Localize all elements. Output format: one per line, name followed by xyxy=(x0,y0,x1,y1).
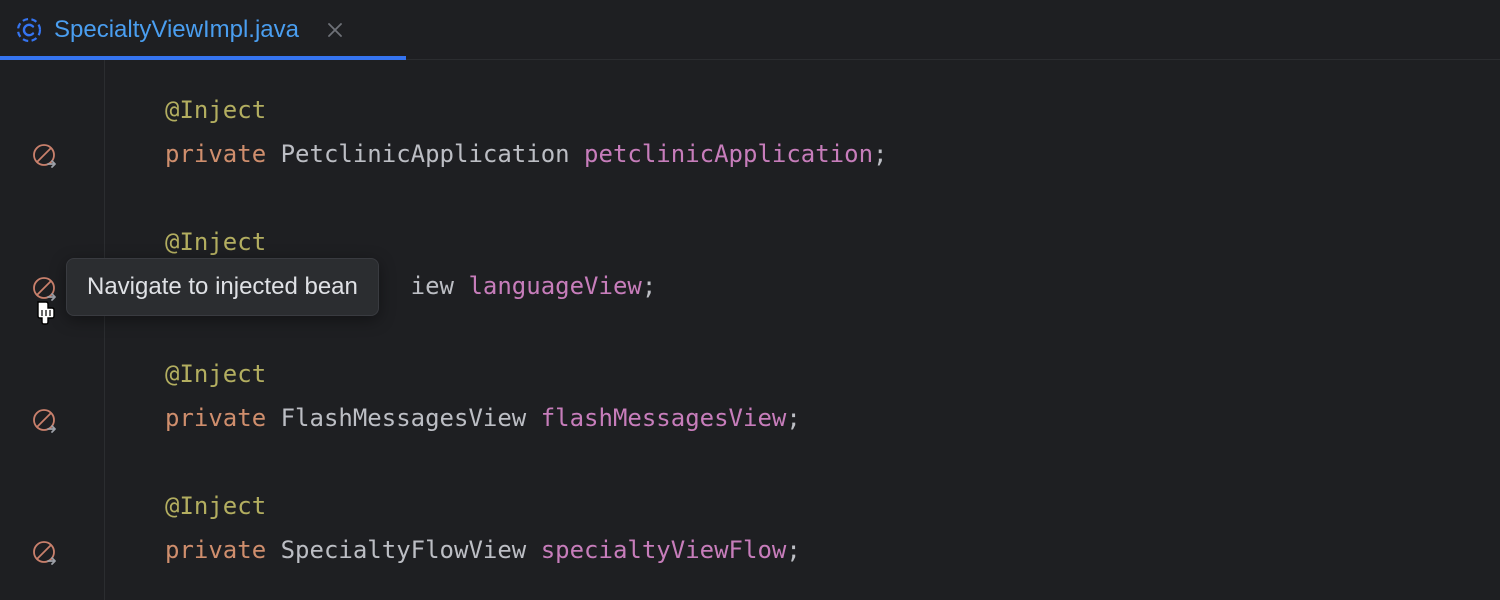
keyword: private xyxy=(165,404,266,432)
field-name: languageView xyxy=(468,272,641,300)
annotation: @Inject xyxy=(165,96,266,124)
navigate-bean-icon[interactable] xyxy=(31,407,59,435)
cursor-pointer-icon xyxy=(32,298,58,330)
editor: @Inject private PetclinicApplication pet… xyxy=(0,60,1500,600)
code-line-empty xyxy=(165,440,1500,484)
code-line: @Inject xyxy=(165,352,1500,396)
tab-specialty-view[interactable]: SpecialtyViewImpl.java xyxy=(0,0,361,59)
semicolon: ; xyxy=(873,140,887,168)
field-name: specialtyViewFlow xyxy=(541,536,787,564)
code-line: private PetclinicApplication petclinicAp… xyxy=(165,132,1500,176)
keyword: private xyxy=(165,536,266,564)
type-name: FlashMessagesView xyxy=(281,404,527,432)
field-name: petclinicApplication xyxy=(584,140,873,168)
navigate-bean-icon[interactable] xyxy=(31,539,59,567)
code-line: private SpecialtyFlowView specialtyViewF… xyxy=(165,528,1500,572)
code-line: @Inject xyxy=(165,484,1500,528)
semicolon: ; xyxy=(786,536,800,564)
navigate-bean-icon[interactable] xyxy=(31,142,59,170)
field-name: flashMessagesView xyxy=(541,404,787,432)
gutter xyxy=(0,60,105,600)
semicolon: ; xyxy=(642,272,656,300)
annotation: @Inject xyxy=(165,492,266,520)
class-icon xyxy=(16,17,42,43)
tooltip-text: Navigate to injected bean xyxy=(87,273,358,300)
code-area[interactable]: @Inject private PetclinicApplication pet… xyxy=(105,60,1500,600)
semicolon: ; xyxy=(786,404,800,432)
code-line: @Inject xyxy=(165,88,1500,132)
type-name: iew xyxy=(411,272,454,300)
tab-bar: SpecialtyViewImpl.java xyxy=(0,0,1500,60)
close-icon[interactable] xyxy=(325,20,345,40)
code-line: private FlashMessagesView flashMessagesV… xyxy=(165,396,1500,440)
annotation: @Inject xyxy=(165,228,266,256)
tooltip-navigate-bean: Navigate to injected bean xyxy=(66,258,379,316)
keyword: private xyxy=(165,140,266,168)
code-line-empty xyxy=(165,176,1500,220)
type-name: PetclinicApplication xyxy=(281,140,570,168)
annotation: @Inject xyxy=(165,360,266,388)
type-name: SpecialtyFlowView xyxy=(281,536,527,564)
tab-label: SpecialtyViewImpl.java xyxy=(54,16,299,44)
